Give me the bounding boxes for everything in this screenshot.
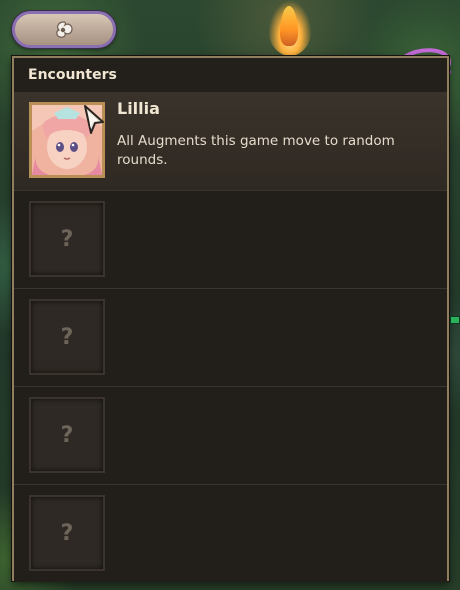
question-mark-icon: ? — [60, 422, 74, 448]
encounter-row-locked[interactable]: ? — [14, 288, 447, 386]
encounter-row-locked[interactable]: ? — [14, 386, 447, 484]
swirl-icon — [56, 20, 73, 38]
question-mark-icon: ? — [60, 520, 74, 546]
encounter-row-locked[interactable]: ? — [14, 484, 447, 582]
encounter-description: All Augments this game move to random ro… — [117, 133, 395, 168]
hud-health-bar-edge — [450, 316, 460, 324]
locked-portrait: ? — [29, 495, 105, 571]
encounters-toggle-button[interactable] — [12, 11, 116, 48]
panel-title: Encounters — [14, 58, 447, 92]
encounters-panel: Encounters Lillia All Augments this game… — [12, 56, 449, 582]
encounter-name: Lillia — [117, 99, 160, 118]
encounter-row-lillia[interactable]: Lillia All Augments this game move to ra… — [14, 92, 447, 190]
locked-portrait: ? — [29, 299, 105, 375]
mouse-cursor-icon — [84, 105, 104, 134]
locked-portrait: ? — [29, 201, 105, 277]
encounter-row-locked[interactable]: ? — [14, 190, 447, 288]
question-mark-icon: ? — [60, 324, 74, 350]
locked-portrait: ? — [29, 397, 105, 473]
encounter-list: Lillia All Augments this game move to ra… — [14, 92, 447, 582]
question-mark-icon: ? — [60, 226, 74, 252]
